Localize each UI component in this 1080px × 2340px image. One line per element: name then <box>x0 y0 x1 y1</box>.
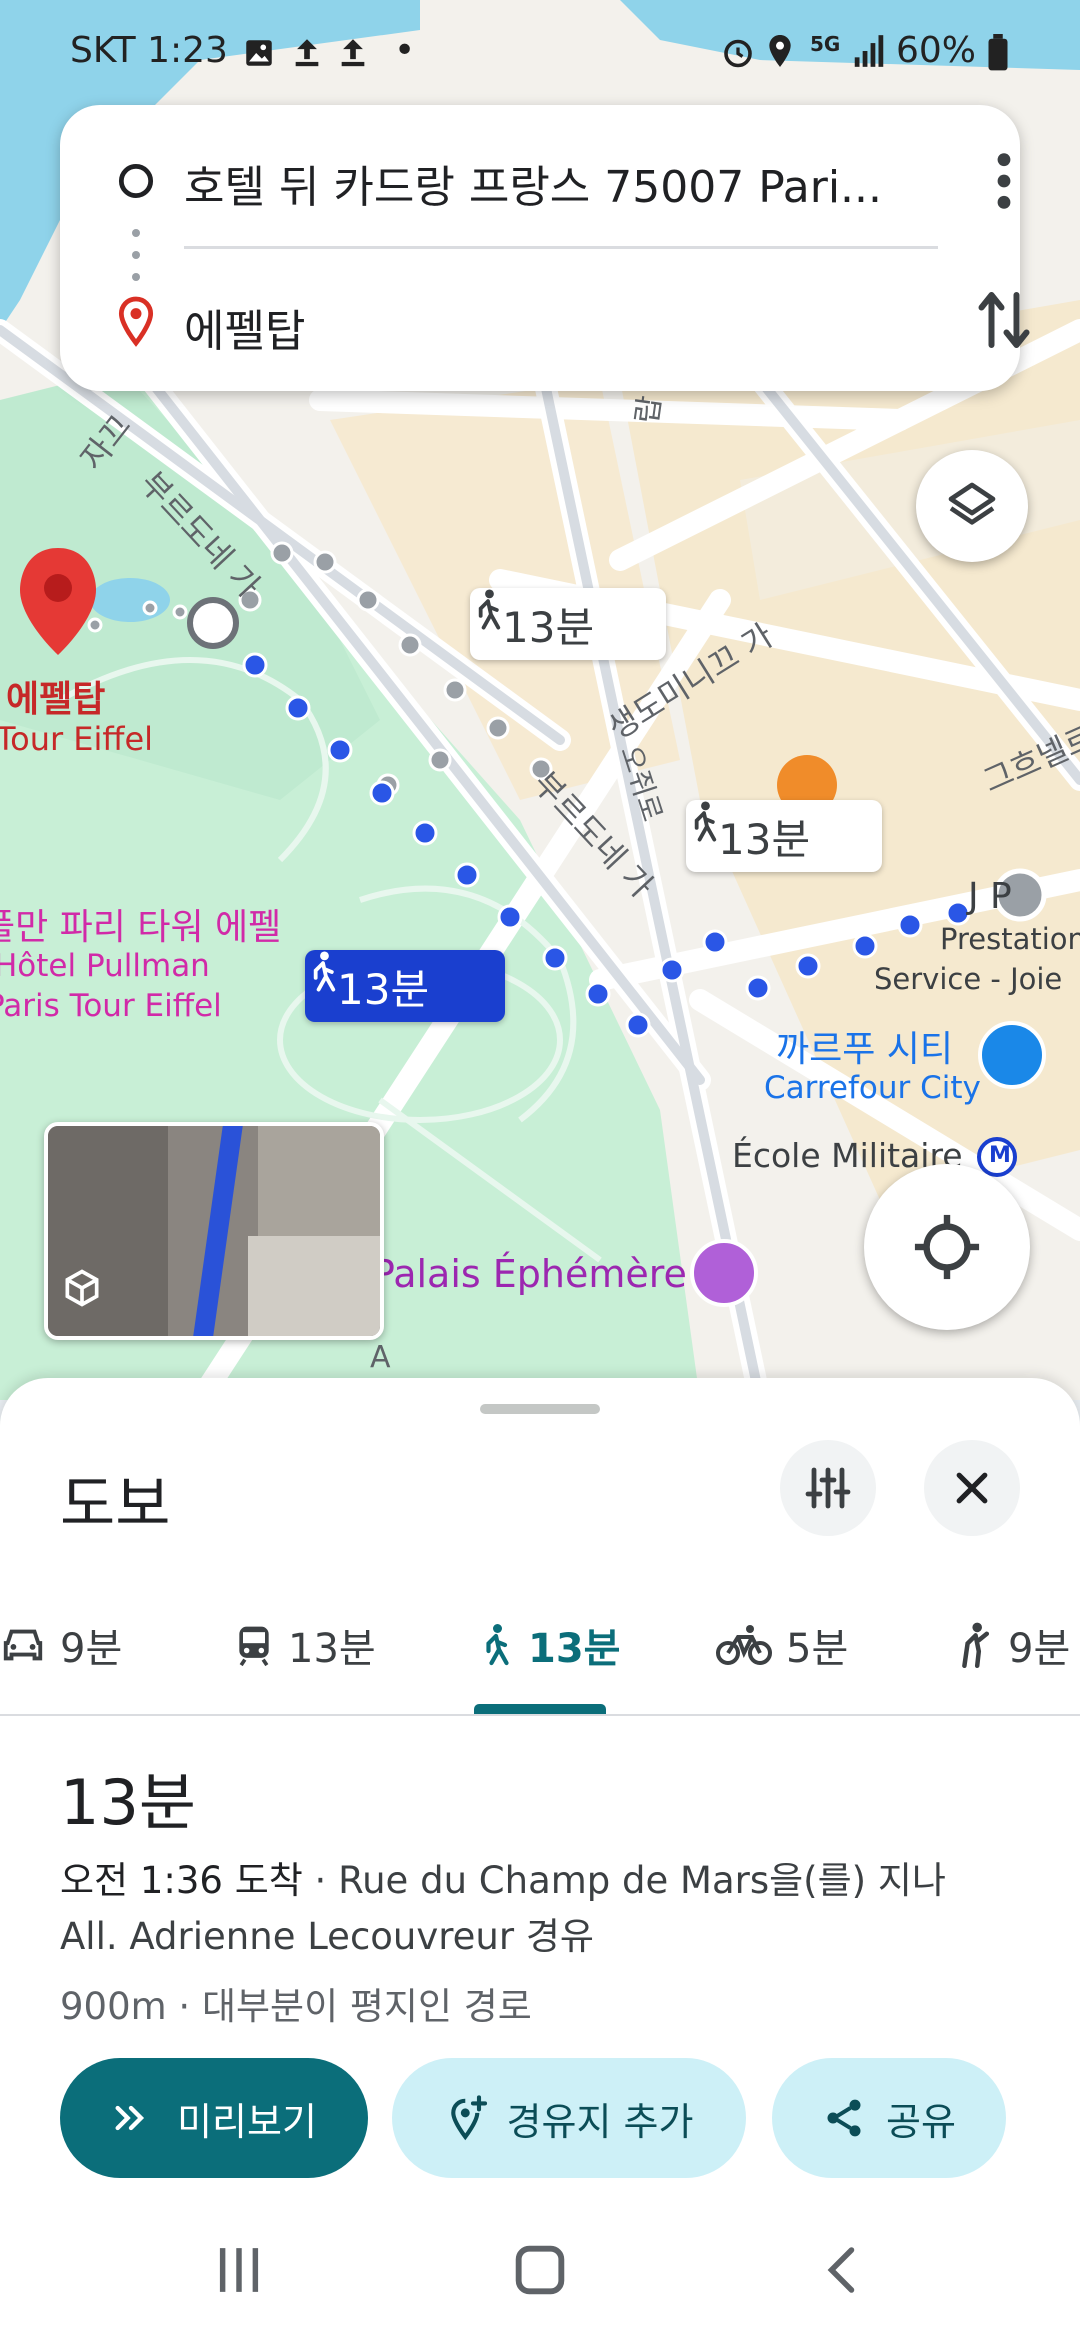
place-label-palais[interactable]: Palais Éphémère <box>372 1252 687 1296</box>
tabs-divider <box>0 1714 1080 1716</box>
walk-icon <box>478 589 501 630</box>
route-time-bubble[interactable]: 13분 <box>686 800 882 872</box>
recent-apps-icon[interactable] <box>206 2240 272 2300</box>
route-time-bubble-selected[interactable]: 13분 <box>305 950 505 1022</box>
tune-icon <box>805 1467 851 1509</box>
tab-walking[interactable]: 13분 <box>478 1610 620 1680</box>
tab-label: 13분 <box>288 1626 376 1672</box>
route-connector-dots <box>132 229 140 281</box>
car-icon <box>3 1629 43 1661</box>
drag-handle[interactable] <box>480 1404 600 1414</box>
rideshare-icon <box>962 1622 990 1669</box>
layers-button[interactable] <box>916 450 1028 562</box>
place-label-prestation2[interactable]: Service - Joie <box>874 962 1062 996</box>
metro-label: M <box>989 1143 1011 1168</box>
tab-selected-indicator <box>474 1704 606 1714</box>
walk-icon <box>313 951 336 992</box>
preview-button[interactable]: 미리보기 <box>60 2058 368 2178</box>
tab-label: 9분 <box>60 1626 123 1672</box>
network-type: 5G <box>810 32 841 56</box>
place-label-eiffel-fr[interactable]: Tour Eiffel <box>0 720 153 758</box>
place-label-pullman-fr1[interactable]: Hôtel Pullman <box>0 948 210 984</box>
bubble-label: 13분 <box>502 602 595 652</box>
share-button[interactable]: 공유 <box>772 2058 1006 2178</box>
place-label-prestation1[interactable]: Prestation <box>940 922 1080 956</box>
place-label-eiffel-ko[interactable]: 에펠탑 <box>6 670 105 722</box>
preview-label: 미리보기 <box>177 2099 317 2144</box>
destination-field[interactable]: 에펠탑 <box>184 295 305 359</box>
tab-cycling[interactable]: 5분 <box>716 1610 848 1680</box>
route-duration: 13분 <box>60 1766 196 1839</box>
bubble-label: 13분 <box>718 814 811 864</box>
walk-icon <box>486 1624 509 1666</box>
origin-field[interactable]: 호텔 뒤 카드랑 프랑스 75007 Pari... <box>184 151 944 215</box>
close-icon <box>956 1472 988 1504</box>
alarm-icon <box>724 39 752 68</box>
double-chevron-icon <box>115 2105 145 2131</box>
system-nav-bar <box>0 2200 1080 2340</box>
crosshair-icon <box>914 1214 980 1280</box>
route-summary-line2: All. Adrienne Lecouvreur 경유 <box>60 1915 594 1958</box>
tab-rideshare[interactable]: 9분 <box>954 1610 1070 1680</box>
origin-circle-icon <box>118 163 154 199</box>
tab-transit[interactable]: 13분 <box>234 1610 376 1680</box>
destination-pin-icon <box>118 296 154 347</box>
tab-label: 13분 <box>528 1626 621 1672</box>
route-summary-line1: 오전 1:36 도착 · Rue du Champ de Mars을(를) 지나 <box>60 1850 946 1904</box>
route-search-card: 호텔 뒤 카드랑 프랑스 75007 Pari... 에펠탑 <box>60 105 1030 391</box>
more-options-icon[interactable] <box>986 149 1022 213</box>
bike-icon <box>716 1625 772 1665</box>
home-icon[interactable] <box>508 2240 572 2300</box>
add-stop-button[interactable]: 경유지 추가 <box>392 2058 746 2178</box>
status-bar: SKT 1:23 • 5G 60% <box>0 0 1080 104</box>
bubble-label: 13분 <box>337 964 430 1014</box>
route-time-bubble[interactable]: 13분 <box>470 588 666 660</box>
place-label-pullman-fr2[interactable]: Paris Tour Eiffel <box>0 988 222 1024</box>
upload-icon <box>341 39 365 67</box>
share-label: 공유 <box>886 2099 956 2144</box>
arrival-time: 오전 1:36 도착 <box>60 1859 303 1902</box>
image-icon <box>246 40 272 66</box>
upload-icon <box>295 39 319 67</box>
battery-percent: 60% <box>896 30 977 71</box>
place-label-pullman-ko[interactable]: 풀만 파리 타워 에펠 <box>0 898 281 950</box>
carrier-time: SKT 1:23 <box>70 30 228 71</box>
travel-mode-title: 도보 <box>60 1470 171 1540</box>
street-label: A <box>370 1340 391 1375</box>
tab-driving[interactable]: 9분 <box>0 1610 122 1680</box>
back-icon[interactable] <box>814 2240 874 2300</box>
tab-label: 5분 <box>786 1626 849 1672</box>
my-location-button[interactable] <box>864 1164 1030 1330</box>
close-button[interactable] <box>924 1440 1020 1536</box>
add-location-icon <box>450 2095 487 2141</box>
walk-icon <box>694 801 717 842</box>
field-divider <box>184 246 938 249</box>
route-options-button[interactable] <box>780 1440 876 1536</box>
via-street: · Rue du Champ de Mars을(를) 지나 <box>302 1859 946 1902</box>
place-label-carrefour-ko[interactable]: 까르푸 시티 <box>776 1020 953 1072</box>
route-distance-info: 900m · 대부분이 평지인 경로 <box>60 1985 532 2028</box>
location-icon <box>769 35 791 67</box>
transit-icon <box>239 1626 269 1667</box>
battery-icon <box>988 34 1008 71</box>
tab-label: 9분 <box>1008 1626 1071 1672</box>
swap-icon[interactable] <box>974 285 1034 355</box>
share-icon <box>827 2099 861 2137</box>
signal-icon <box>854 35 884 67</box>
layers-icon <box>948 482 996 525</box>
place-label-jp: J P <box>968 876 1012 917</box>
place-label-carrefour-fr[interactable]: Carrefour City <box>764 1070 981 1106</box>
notification-dot: • <box>394 30 416 71</box>
cube-3d-icon <box>65 1269 99 1307</box>
add-stop-label: 경유지 추가 <box>506 2099 694 2144</box>
street-view-thumbnail[interactable] <box>44 1122 384 1340</box>
